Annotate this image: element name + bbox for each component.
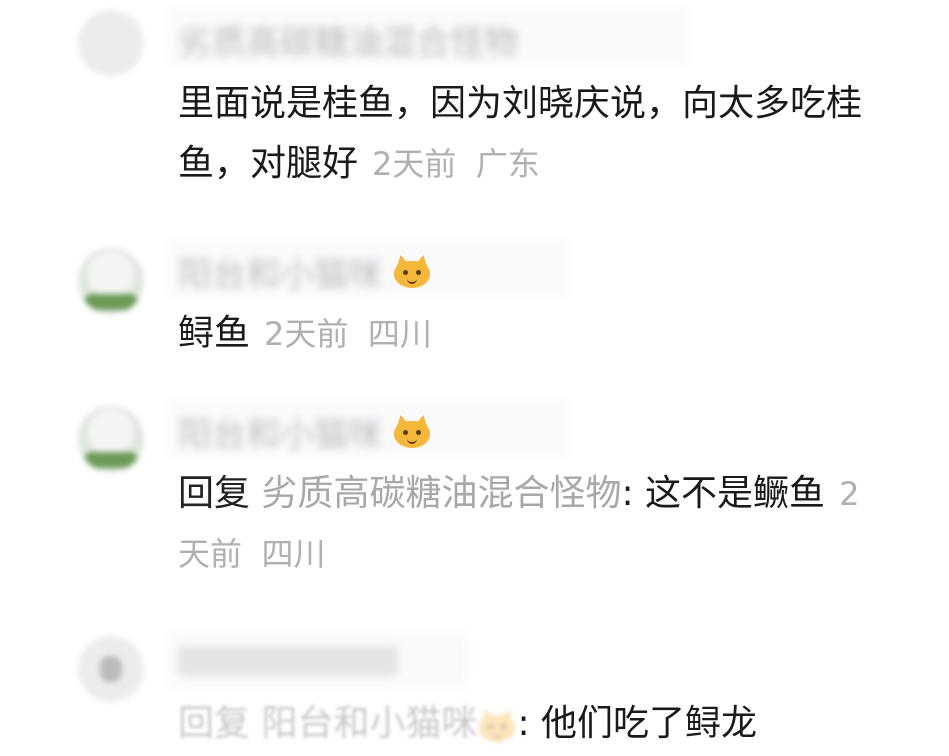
comment-text: : 他们吃了鲟龙 [517, 703, 758, 744]
comment-header [168, 630, 468, 688]
username[interactable]: 阳台和小猫咪 [178, 247, 382, 296]
comment-body[interactable]: 回复 阳台和小猫咪 : 他们吃了鲟龙 [178, 694, 878, 754]
comment-location: 广东 [475, 145, 540, 183]
avatar[interactable] [78, 406, 144, 472]
comment-body[interactable]: 鲟鱼 2天前 四川 [178, 304, 878, 364]
cat-face-icon [477, 707, 517, 743]
avatar[interactable] [78, 10, 144, 76]
comment-text: : 这不是鳜鱼 [621, 473, 826, 514]
username[interactable] [178, 646, 398, 676]
username[interactable]: 阳台和小猫咪 [178, 407, 382, 456]
comment-body[interactable]: 回复 劣质高碳糖油混合怪物: 这不是鳜鱼 2天前 四川 [178, 464, 878, 584]
cat-face-icon [392, 413, 432, 449]
reply-target[interactable]: 阳台和小猫咪 [261, 703, 477, 744]
comment-time: 2天前 [372, 145, 457, 183]
comment-body[interactable]: 里面说是桂鱼，因为刘晓庆说，向太多吃桂鱼，对腿好 2天前 广东 [178, 74, 878, 194]
comment-item: 回复 阳台和小猫咪 : 他们吃了鲟龙 [0, 620, 949, 756]
avatar[interactable] [78, 636, 144, 702]
comment-location: 四川 [261, 535, 326, 573]
comment-item: 劣质高碳糖油混合怪物 里面说是桂鱼，因为刘晓庆说，向太多吃桂鱼，对腿好 2天前 广… [0, 0, 949, 200]
comment-item: 阳台和小猫咪 鲟鱼 2天前 四川 [0, 230, 949, 370]
username[interactable]: 劣质高碳糖油混合怪物 [178, 15, 518, 64]
reply-label: 回复 [178, 473, 251, 514]
comment-item: 阳台和小猫咪 回复 劣质高碳糖油混合怪物: 这不是鳜鱼 2天前 四川 [0, 390, 949, 600]
avatar[interactable] [78, 248, 144, 314]
reply-label: 回复 [178, 703, 251, 744]
comment-header: 阳台和小猫咪 [168, 400, 568, 458]
comment-text: 鲟鱼 [178, 313, 251, 354]
comment-time: 2天前 [264, 315, 349, 353]
comment-header: 劣质高碳糖油混合怪物 [168, 8, 688, 66]
cat-face-icon [392, 253, 432, 289]
comment-location: 四川 [367, 315, 432, 353]
comment-header: 阳台和小猫咪 [168, 240, 568, 298]
reply-target[interactable]: 劣质高碳糖油混合怪物 [261, 473, 621, 514]
